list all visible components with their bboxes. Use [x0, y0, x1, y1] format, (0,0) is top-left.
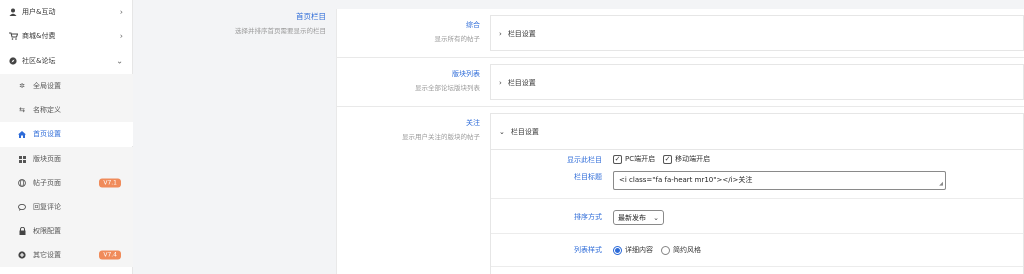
sidebar-subitem-label: 回复评论 — [33, 203, 61, 211]
form-divider — [491, 198, 1023, 199]
resize-grip-icon[interactable]: ◢ — [939, 181, 943, 187]
sidebar-subitem-other-settings[interactable]: 其它设置 V7.4 — [0, 243, 133, 267]
row-divider — [336, 57, 1024, 58]
page-heading: 首页栏目 选择并排序首页需要显示的栏目 — [200, 11, 326, 35]
sort-label: 排序方式 — [574, 213, 602, 221]
sidebar-subitem-global-settings[interactable]: ✲ 全局设置 — [0, 74, 133, 98]
chevron-down-icon: ⌄ — [653, 213, 659, 222]
collapsible-label: 栏目设置 — [510, 127, 539, 136]
checkbox-label: 移动端开启 — [675, 155, 711, 163]
row-label-board-list: 版块列表 显示全部论坛版块列表 — [360, 69, 480, 92]
column-settings-collapsible[interactable]: › 栏目设置 — [490, 64, 1024, 100]
collapsible-label: 栏目设置 — [507, 79, 536, 87]
sidebar-subitem-label: 版块页面 — [33, 155, 61, 163]
compass-icon — [8, 56, 18, 66]
version-badge: V7.1 — [99, 178, 121, 188]
radio-selected-icon — [613, 245, 622, 255]
settings-icon: ✲ — [19, 82, 25, 90]
column-title-textarea[interactable]: <i class="fa fa-heart mr10"></i>关注 ◢ — [613, 171, 946, 190]
sidebar-item-user-interaction[interactable]: 用户&互动 › — [0, 0, 133, 24]
radio-label: 详细内容 — [625, 246, 653, 254]
sidebar-subitem-label: 名称定义 — [33, 106, 61, 114]
sort-select[interactable]: 最新发布 ⌄ — [613, 210, 664, 225]
collapsible-label: 栏目设置 — [507, 30, 536, 38]
checkbox-label: PC端开启 — [625, 155, 656, 163]
row-description: 显示所有的帖子 — [434, 35, 481, 43]
mobile-enable-checkbox[interactable]: ✓ 移动端开启 — [663, 154, 710, 164]
row-title: 综合 — [466, 21, 480, 29]
sidebar-subitem-post-page[interactable]: 帖子页面 V7.1 — [0, 171, 133, 195]
display-options: ✓ PC端开启 ✓ 移动端开启 — [613, 154, 718, 164]
chevron-right-icon: › — [119, 7, 123, 17]
page-title: 首页栏目 — [296, 12, 326, 21]
comment-icon — [17, 202, 27, 212]
sidebar-subitem-name-definition[interactable]: ⇆ 名称定义 — [0, 98, 133, 122]
row-divider — [336, 106, 1024, 107]
lock-icon — [17, 226, 27, 236]
sidebar-subitem-reply-comment[interactable]: 回复评论 — [0, 195, 133, 219]
sidebar-item-mall-payment[interactable]: 商城&付费 › — [0, 24, 133, 48]
sidebar-item-label: 商城&付费 — [22, 32, 56, 40]
row-title: 版块列表 — [452, 70, 480, 78]
sidebar-subitem-label: 帖子页面 — [33, 179, 61, 187]
chevron-right-icon: › — [499, 30, 502, 38]
home-icon — [17, 129, 27, 139]
sidebar-subitem-label: 首页设置 — [33, 130, 61, 138]
pc-enable-checkbox[interactable]: ✓ PC端开启 — [613, 154, 655, 164]
select-value: 最新发布 — [618, 213, 646, 222]
column-settings-toggle[interactable]: ⌄ 栏目设置 — [491, 114, 1023, 150]
row-description: 显示全部论坛版块列表 — [415, 84, 480, 92]
sidebar-subitem-label: 全局设置 — [33, 82, 61, 90]
column-settings-collapsible[interactable]: › 栏目设置 — [490, 15, 1024, 51]
user-icon — [8, 7, 18, 17]
cart-icon — [8, 31, 18, 41]
form-divider — [491, 266, 1023, 267]
sidebar: 用户&互动 › 商城&付费 › 社区&论坛 ⌄ ✲ 全局设置 ⇆ 名称定义 首页… — [0, 0, 133, 274]
row-description: 显示用户关注的版块的帖子 — [402, 133, 480, 141]
column-title-label: 栏目标题 — [574, 173, 602, 181]
sidebar-item-community-forum[interactable]: 社区&论坛 ⌄ — [0, 49, 133, 73]
chevron-right-icon: › — [499, 79, 502, 87]
form-divider — [491, 233, 1023, 234]
radio-unselected-icon — [661, 245, 670, 255]
sidebar-subitem-permissions[interactable]: 权限配置 — [0, 219, 133, 243]
sidebar-item-label: 用户&互动 — [22, 8, 56, 16]
check-icon: ✓ — [663, 154, 673, 164]
chevron-right-icon: › — [119, 31, 123, 41]
chevron-down-icon: ⌄ — [499, 127, 505, 136]
row-title: 关注 — [466, 119, 480, 127]
sidebar-subitem-label: 其它设置 — [33, 251, 61, 259]
display-label: 显示此栏目 — [567, 156, 602, 164]
sidebar-item-label: 社区&论坛 — [22, 57, 56, 65]
plus-circle-icon — [17, 250, 27, 260]
list-style-label: 列表样式 — [574, 246, 602, 254]
list-style-options: 详细内容 简约风格 — [613, 245, 709, 255]
globe-icon — [17, 178, 27, 188]
sidebar-subitem-home-settings[interactable]: 首页设置 — [0, 122, 133, 146]
page-description: 选择并排序首页需要显示的栏目 — [235, 27, 326, 35]
row-label-general: 综合 显示所有的帖子 — [360, 20, 481, 43]
windows-icon — [17, 154, 27, 164]
textarea-value: <i class="fa fa-heart mr10"></i>关注 — [619, 176, 753, 184]
check-icon: ✓ — [613, 154, 622, 164]
radio-label: 简约风格 — [673, 246, 701, 254]
sidebar-subitem-label: 权限配置 — [33, 227, 61, 235]
exchange-icon: ⇆ — [19, 106, 25, 114]
sidebar-subitem-board-page[interactable]: 版块页面 — [0, 147, 133, 171]
version-badge: V7.4 — [99, 250, 121, 260]
list-style-simple-radio[interactable]: 简约风格 — [661, 245, 701, 255]
chevron-down-icon: ⌄ — [116, 56, 123, 66]
list-style-detailed-radio[interactable]: 详细内容 — [613, 245, 653, 255]
row-label-follow: 关注 显示用户关注的版块的帖子 — [360, 118, 480, 141]
